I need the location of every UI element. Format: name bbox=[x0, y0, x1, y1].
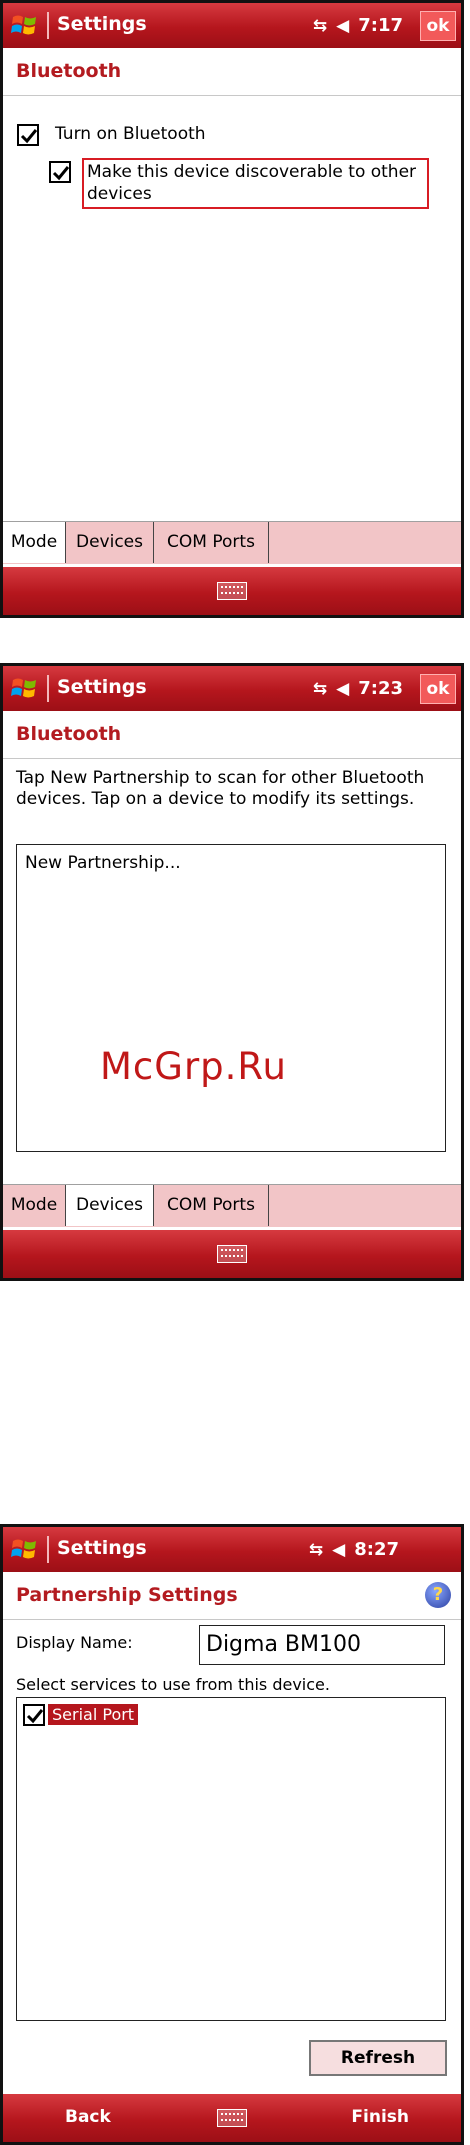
status-area[interactable]: ⇆ ◀︎ 8:27 bbox=[309, 1539, 399, 1560]
window-title: Settings bbox=[57, 13, 147, 35]
title-divider bbox=[47, 12, 49, 39]
watermark-text: McGrp.Ru bbox=[100, 1045, 287, 1088]
checkmark-icon bbox=[20, 129, 38, 144]
device-list[interactable]: New Partnership... bbox=[16, 844, 446, 1152]
volume-icon[interactable]: ◀︎ bbox=[332, 1540, 345, 1560]
services-label: Select services to use from this device. bbox=[16, 1675, 330, 1694]
help-icon[interactable]: ? bbox=[425, 1582, 451, 1608]
soft-key-bar: Back Finish bbox=[3, 2094, 461, 2142]
volume-icon[interactable]: ◀︎ bbox=[336, 16, 349, 36]
title-divider bbox=[47, 1536, 49, 1563]
bluetooth-devices-screen: Settings ⇆ ◀︎ 7:23 ok Bluetooth Tap New … bbox=[0, 663, 464, 1281]
new-partnership-item[interactable]: New Partnership... bbox=[25, 853, 181, 873]
finish-softkey[interactable]: Finish bbox=[351, 2107, 409, 2127]
discoverable-label-line2[interactable]: devices bbox=[87, 184, 152, 204]
checkmark-icon bbox=[52, 166, 70, 181]
windows-logo-icon[interactable] bbox=[11, 1535, 39, 1563]
clock[interactable]: 8:27 bbox=[354, 1539, 399, 1560]
title-bar: Settings ⇆ ◀︎ 8:27 bbox=[3, 1527, 461, 1572]
turn-on-bluetooth-checkbox[interactable] bbox=[17, 124, 39, 146]
tab-bar: Mode Devices COM Ports bbox=[3, 521, 461, 564]
status-area[interactable]: ⇆ ◀︎ 7:23 bbox=[313, 678, 403, 699]
discoverable-focus-box[interactable]: Make this device discoverable to other d… bbox=[82, 158, 429, 209]
turn-on-bluetooth-label[interactable]: Turn on Bluetooth bbox=[55, 124, 206, 144]
tab-bar: Mode Devices COM Ports bbox=[3, 1184, 461, 1227]
discoverable-checkbox[interactable] bbox=[49, 161, 71, 183]
discoverable-label-line1[interactable]: Make this device discoverable to other bbox=[87, 162, 416, 182]
windows-logo-icon[interactable] bbox=[11, 674, 39, 702]
tab-devices[interactable]: Devices bbox=[66, 522, 154, 563]
page-header: Bluetooth bbox=[3, 711, 461, 759]
clock[interactable]: 7:23 bbox=[358, 678, 403, 699]
partnership-settings-screen: Settings ⇆ ◀︎ 8:27 Partnership Settings … bbox=[0, 1524, 464, 2145]
page-header: Bluetooth bbox=[3, 48, 461, 96]
back-softkey[interactable]: Back bbox=[65, 2107, 111, 2127]
tab-devices[interactable]: Devices bbox=[66, 1185, 154, 1226]
instructions-text: Tap New Partnership to scan for other Bl… bbox=[16, 768, 425, 809]
keyboard-icon[interactable] bbox=[217, 1245, 247, 1263]
checkmark-icon bbox=[26, 1709, 44, 1724]
serial-port-label[interactable]: Serial Port bbox=[48, 1704, 139, 1725]
soft-key-bar bbox=[3, 1230, 461, 1278]
title-bar: Settings ⇆ ◀︎ 7:23 ok bbox=[3, 666, 461, 711]
serial-port-checkbox[interactable] bbox=[23, 1704, 45, 1726]
display-name-input[interactable]: Digma BM100 bbox=[199, 1625, 445, 1665]
page-title: Bluetooth bbox=[16, 723, 122, 745]
title-bar: Settings ⇆ ◀︎ 7:17 ok bbox=[3, 3, 461, 48]
keyboard-icon[interactable] bbox=[217, 582, 247, 600]
tab-mode[interactable]: Mode bbox=[3, 522, 66, 563]
clock[interactable]: 7:17 bbox=[358, 15, 403, 36]
tab-com-ports[interactable]: COM Ports bbox=[154, 522, 269, 563]
bluetooth-mode-screen: Settings ⇆ ◀︎ 7:17 ok Bluetooth Turn on … bbox=[0, 0, 464, 618]
page-title: Partnership Settings bbox=[16, 1584, 238, 1606]
connectivity-icon[interactable]: ⇆ bbox=[313, 679, 327, 699]
tab-com-ports[interactable]: COM Ports bbox=[154, 1185, 269, 1226]
title-divider bbox=[47, 675, 49, 702]
services-list[interactable]: Serial Port bbox=[16, 1697, 446, 2021]
window-title: Settings bbox=[57, 676, 147, 698]
keyboard-icon[interactable] bbox=[217, 2109, 247, 2127]
status-area[interactable]: ⇆ ◀︎ 7:17 bbox=[313, 15, 403, 36]
windows-logo-icon[interactable] bbox=[11, 11, 39, 39]
refresh-button[interactable]: Refresh bbox=[309, 2040, 447, 2076]
ok-button[interactable]: ok bbox=[420, 11, 456, 41]
soft-key-bar bbox=[3, 567, 461, 615]
page-header: Partnership Settings ? bbox=[3, 1572, 461, 1620]
connectivity-icon[interactable]: ⇆ bbox=[313, 16, 327, 36]
volume-icon[interactable]: ◀︎ bbox=[336, 679, 349, 699]
connectivity-icon[interactable]: ⇆ bbox=[309, 1540, 323, 1560]
display-name-label: Display Name: bbox=[16, 1633, 133, 1652]
window-title: Settings bbox=[57, 1537, 147, 1559]
page-title: Bluetooth bbox=[16, 60, 122, 82]
tab-mode[interactable]: Mode bbox=[3, 1185, 66, 1226]
ok-button[interactable]: ok bbox=[420, 674, 456, 704]
